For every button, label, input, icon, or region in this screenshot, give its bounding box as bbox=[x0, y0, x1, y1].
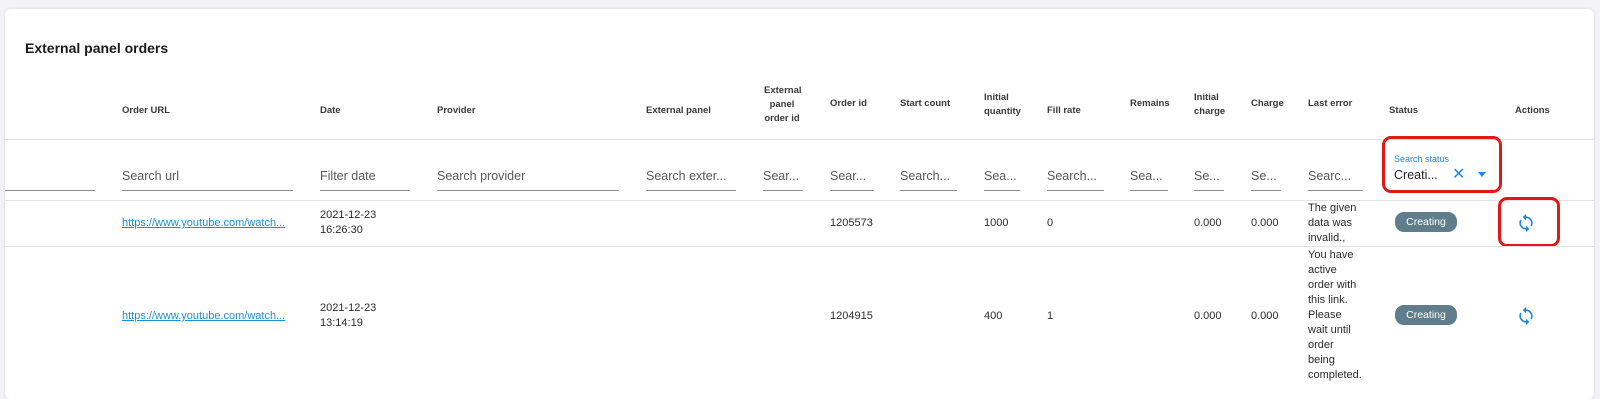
search-start-count-input[interactable] bbox=[900, 159, 957, 183]
search-fill-rate-field[interactable] bbox=[1047, 159, 1104, 191]
last-error-line: The given bbox=[1308, 202, 1357, 214]
search-external-panel-order-id-field[interactable] bbox=[763, 159, 803, 191]
search-url-field[interactable] bbox=[122, 159, 293, 191]
initial-charge: 0.000 bbox=[1194, 217, 1222, 229]
last-error-line: active bbox=[1308, 264, 1337, 276]
charge: 0.000 bbox=[1251, 310, 1279, 322]
column-header-remains[interactable]: Remains bbox=[1130, 97, 1170, 111]
column-header-initial-charge[interactable]: Initial charge bbox=[1194, 91, 1225, 119]
column-header-order-url[interactable]: Order URL bbox=[122, 104, 170, 118]
search-order-id-input[interactable] bbox=[830, 159, 874, 183]
initial-quantity: 1000 bbox=[984, 217, 1009, 229]
order-date: 2021-12-23 16:26:30 bbox=[320, 208, 376, 238]
last-error-line: You have bbox=[1308, 249, 1354, 261]
search-initial-quantity-field[interactable] bbox=[984, 159, 1020, 191]
column-header-text: External bbox=[764, 85, 802, 96]
column-header-initial-quantity[interactable]: Initial quantity bbox=[984, 91, 1021, 119]
last-error-line: order with bbox=[1308, 279, 1357, 291]
order-url-link[interactable]: https://www.youtube.com/watch... bbox=[122, 216, 289, 231]
initial-charge: 0.000 bbox=[1194, 310, 1222, 322]
header-divider bbox=[5, 139, 1594, 140]
order-date-day: 2021-12-23 bbox=[320, 302, 377, 314]
last-error-line: being bbox=[1308, 354, 1335, 366]
highlight-box-status-filter bbox=[1382, 136, 1502, 193]
search-external-panel-input[interactable] bbox=[646, 159, 736, 183]
column-header-start-count[interactable]: Start count bbox=[900, 97, 950, 111]
last-error: You have active order with this link. Pl… bbox=[1308, 248, 1362, 383]
last-error-line: completed. bbox=[1308, 369, 1362, 381]
order-id: 1205573 bbox=[830, 217, 873, 229]
search-last-error-field[interactable] bbox=[1308, 159, 1363, 191]
column-header-charge[interactable]: Charge bbox=[1251, 97, 1284, 111]
external-panel-orders-card: External panel orders Order URL Date Pro… bbox=[5, 9, 1594, 399]
order-date-time: 13:14:19 bbox=[320, 317, 363, 329]
highlight-box-refresh-action bbox=[1498, 197, 1560, 247]
search-charge-input[interactable] bbox=[1251, 159, 1281, 183]
order-date-time: 16:26:30 bbox=[320, 224, 363, 236]
column-header-text: quantity bbox=[984, 106, 1021, 117]
status-badge: Creating bbox=[1395, 305, 1457, 325]
column-header-text: order id bbox=[764, 113, 800, 124]
filter-date-input[interactable] bbox=[320, 159, 410, 183]
column-header-external-panel[interactable]: External panel bbox=[646, 104, 711, 118]
column-header-fill-rate[interactable]: Fill rate bbox=[1047, 104, 1081, 118]
last-error-line: Please bbox=[1308, 309, 1342, 321]
search-initial-charge-input[interactable] bbox=[1194, 159, 1224, 183]
column-header-text: Initial bbox=[984, 92, 1009, 103]
order-date: 2021-12-23 13:14:19 bbox=[320, 301, 376, 331]
filter-date-field[interactable] bbox=[320, 159, 410, 191]
order-date-day: 2021-12-23 bbox=[320, 209, 377, 221]
search-start-count-field[interactable] bbox=[900, 159, 957, 191]
search-order-id-field[interactable] bbox=[830, 159, 874, 191]
column-header-provider[interactable]: Provider bbox=[437, 104, 476, 118]
last-error-line: data was bbox=[1308, 217, 1353, 229]
search-provider-input[interactable] bbox=[437, 159, 619, 183]
column-header-text: Initial bbox=[1194, 92, 1219, 103]
filter-leading-field[interactable] bbox=[5, 159, 95, 191]
refresh-icon[interactable] bbox=[1516, 306, 1536, 326]
status-badge: Creating bbox=[1395, 212, 1457, 232]
column-header-text: panel bbox=[769, 99, 795, 110]
initial-quantity: 400 bbox=[984, 310, 1003, 322]
fill-rate: 0 bbox=[1047, 217, 1054, 229]
column-header-status: Status bbox=[1389, 105, 1419, 116]
search-external-panel-field[interactable] bbox=[646, 159, 736, 191]
row-divider bbox=[5, 246, 1594, 247]
last-error: The given data was invalid., bbox=[1308, 201, 1356, 246]
fill-rate: 1 bbox=[1047, 310, 1054, 322]
search-remains-input[interactable] bbox=[1130, 159, 1168, 183]
search-charge-field[interactable] bbox=[1251, 159, 1281, 191]
order-url-link[interactable]: https://www.youtube.com/watch... bbox=[122, 309, 289, 324]
search-provider-field[interactable] bbox=[437, 159, 619, 191]
search-external-panel-order-id-input[interactable] bbox=[763, 159, 803, 183]
column-header-date[interactable]: Date bbox=[320, 104, 341, 118]
last-error-line: invalid., bbox=[1308, 232, 1346, 244]
search-initial-charge-field[interactable] bbox=[1194, 159, 1224, 191]
search-fill-rate-input[interactable] bbox=[1047, 159, 1104, 183]
page-title: External panel orders bbox=[25, 40, 169, 56]
search-url-input[interactable] bbox=[122, 159, 293, 183]
column-header-order-id[interactable]: Order id bbox=[830, 97, 867, 111]
charge: 0.000 bbox=[1251, 217, 1279, 229]
search-last-error-input[interactable] bbox=[1308, 159, 1363, 183]
search-remains-field[interactable] bbox=[1130, 159, 1168, 191]
column-header-text: charge bbox=[1194, 106, 1226, 117]
column-header-last-error[interactable]: Last error bbox=[1308, 97, 1352, 111]
order-id: 1204915 bbox=[830, 310, 873, 322]
column-header-actions: Actions bbox=[1515, 105, 1550, 116]
search-initial-quantity-input[interactable] bbox=[984, 159, 1020, 183]
column-header-external-panel-order-id[interactable]: External panel order id bbox=[764, 84, 802, 126]
last-error-line: order bbox=[1308, 339, 1334, 351]
last-error-line: wait until bbox=[1308, 324, 1351, 336]
last-error-line: this link. bbox=[1308, 294, 1348, 306]
